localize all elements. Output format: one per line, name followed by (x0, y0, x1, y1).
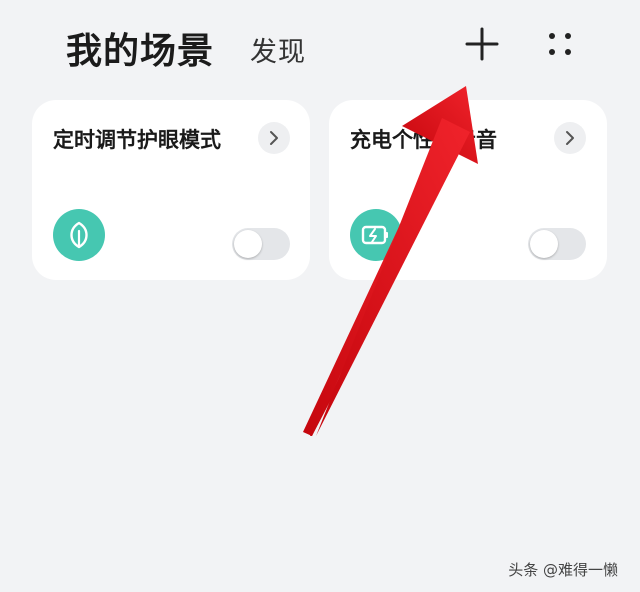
chevron-right-icon[interactable] (258, 122, 290, 154)
toggle-knob (530, 230, 558, 258)
scene-toggle-switch[interactable] (232, 228, 290, 260)
battery-charging-icon (350, 209, 402, 261)
app-header: 我的场景 发现 (0, 0, 640, 90)
tab-discover[interactable]: 发现 (250, 30, 306, 69)
grid-dots-icon (549, 33, 571, 55)
tab-my-scenes[interactable]: 我的场景 (66, 22, 214, 74)
add-scene-button[interactable] (462, 24, 502, 64)
scene-card-title: 定时调节护眼模式 (53, 128, 221, 152)
scene-card-eye-care[interactable]: 定时调节护眼模式 (32, 100, 310, 280)
toggle-knob (234, 230, 262, 258)
leaf-icon (53, 209, 105, 261)
watermark: 头条 @难得一懒 (508, 561, 618, 579)
scene-toggle-switch[interactable] (528, 228, 586, 260)
scene-card-charging-sound[interactable]: 充电个性提示音 (329, 100, 607, 280)
scene-card-title: 充电个性提示音 (350, 128, 497, 152)
chevron-right-icon[interactable] (554, 122, 586, 154)
plus-icon (465, 27, 499, 61)
more-options-button[interactable] (540, 24, 580, 64)
